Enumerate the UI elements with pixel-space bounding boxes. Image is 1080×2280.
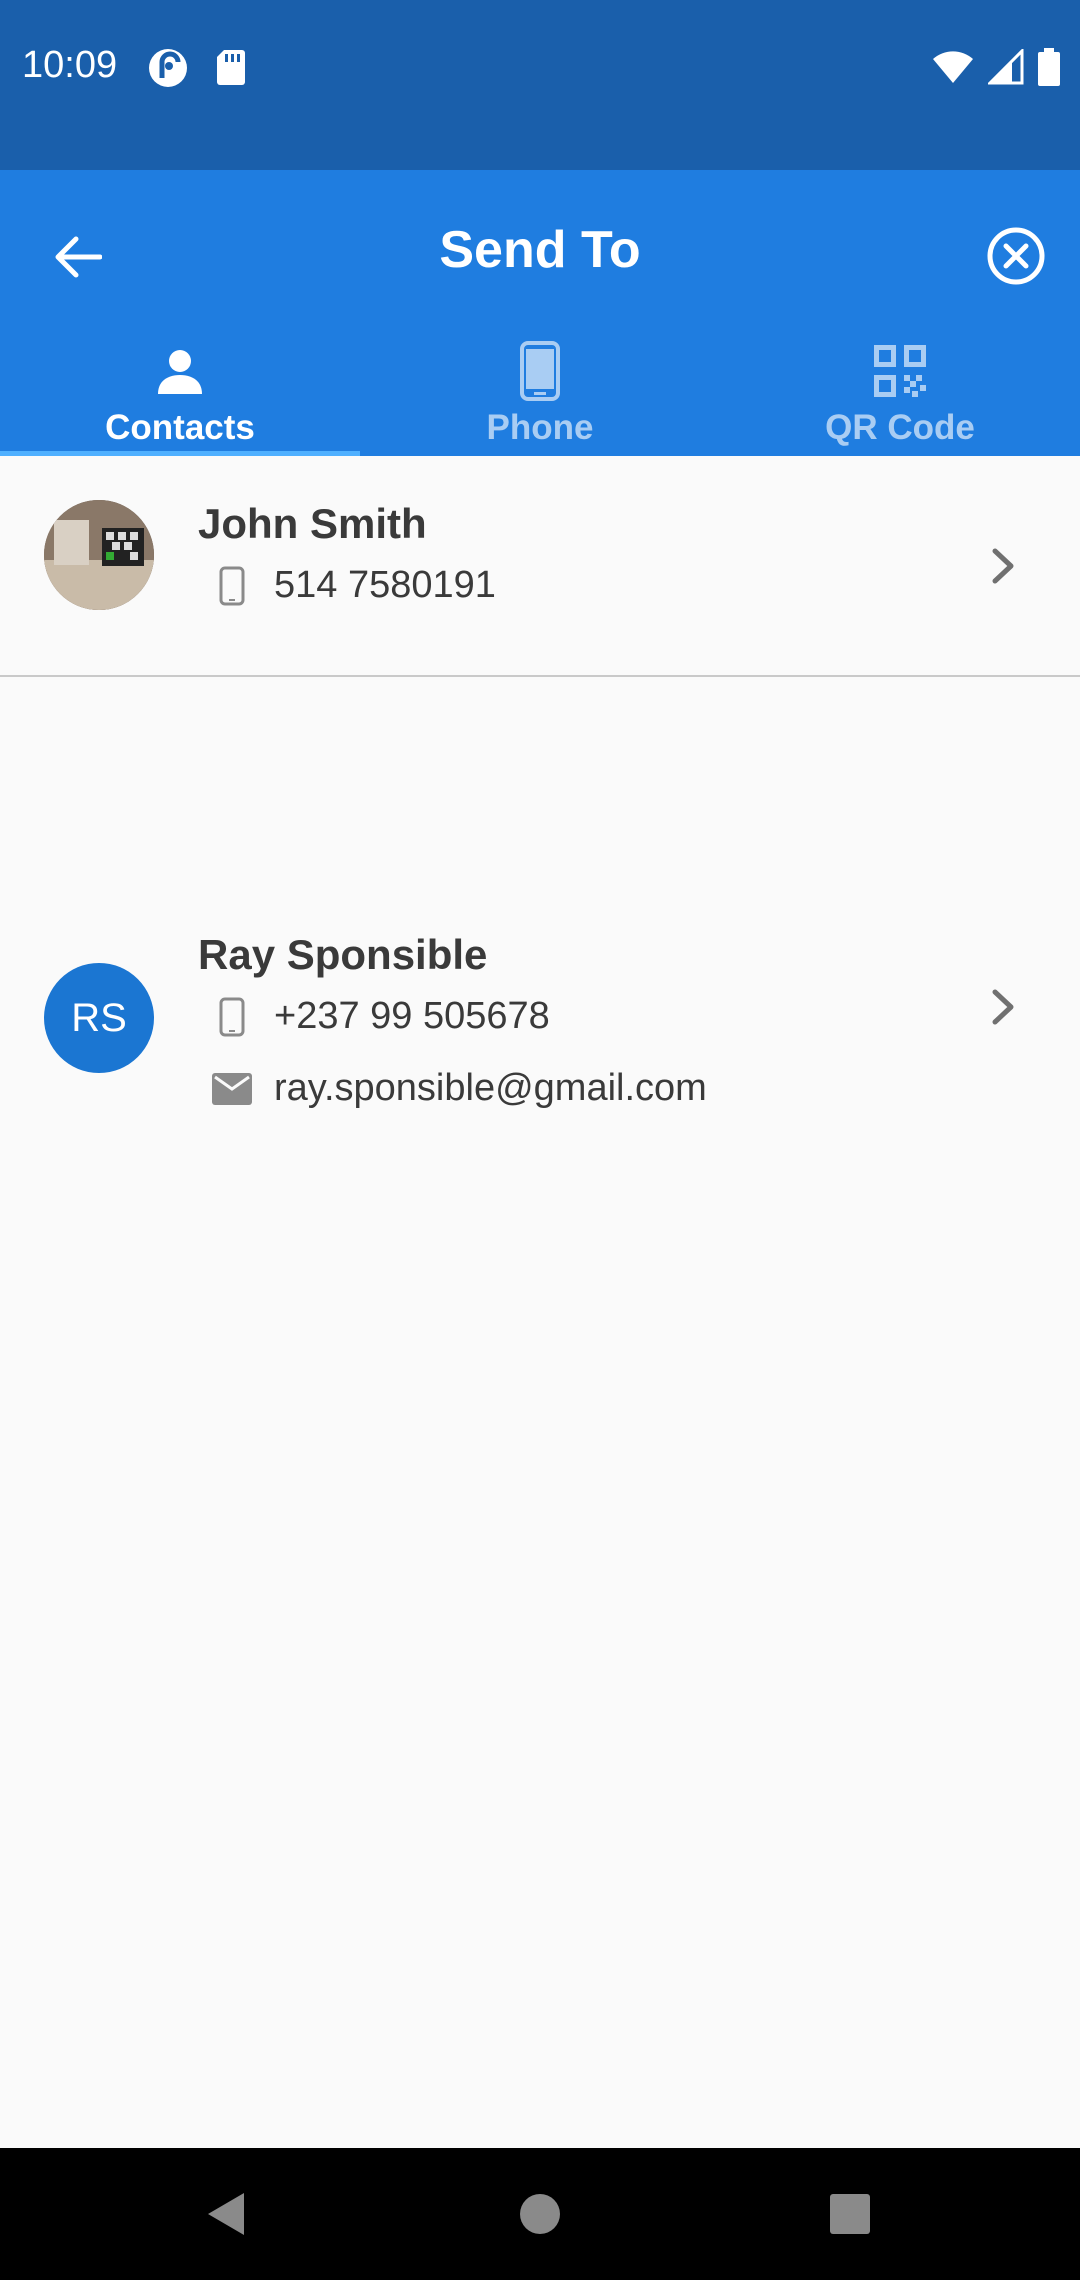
chevron-right-icon <box>985 985 1021 1029</box>
contact-phone-number: 514 7580191 <box>274 564 496 606</box>
person-icon <box>155 340 205 402</box>
home-circle-icon <box>520 2194 560 2234</box>
smartphone-icon <box>520 340 560 402</box>
contact-row[interactable]: John Smith 514 7580191 <box>0 456 1080 677</box>
smartphone-icon <box>212 997 252 1037</box>
sd-card-icon <box>216 48 246 91</box>
contact-avatar <box>44 500 154 610</box>
contact-email-address: ray.sponsible@gmail.com <box>274 1067 707 1109</box>
tab-phone-label: Phone <box>486 408 594 447</box>
contact-list: John Smith 514 7580191 RS Ray Sponsible <box>0 456 1080 1109</box>
wifi-icon <box>932 50 974 89</box>
status-bar: 10:09 <box>0 0 1080 170</box>
page-title: Send To <box>439 221 641 279</box>
close-circle-icon <box>987 227 1045 285</box>
contact-avatar-initials: RS <box>44 963 154 1073</box>
close-button[interactable] <box>980 220 1052 292</box>
qr-code-icon <box>874 340 926 402</box>
status-right-icons <box>932 47 1060 91</box>
tab-bar: Contacts Phone QR Code <box>0 340 1080 456</box>
nav-home-button[interactable] <box>510 2184 570 2244</box>
contact-email: ray.sponsible@gmail.com <box>212 1067 707 1110</box>
status-time: 10:09 <box>22 44 118 86</box>
chevron-right-icon <box>985 544 1021 588</box>
email-icon <box>212 1069 252 1109</box>
smartphone-icon <box>212 566 252 606</box>
nav-back-button[interactable] <box>196 2184 256 2244</box>
pocket-casts-icon <box>148 48 188 93</box>
signal-icon <box>986 47 1024 90</box>
battery-icon <box>1038 48 1060 91</box>
contact-phone: 514 7580191 <box>212 564 496 607</box>
tab-contacts-label: Contacts <box>105 408 255 447</box>
tab-phone[interactable]: Phone <box>360 340 720 456</box>
contact-phone: +237 99 505678 <box>212 995 550 1038</box>
contact-phone-number: +237 99 505678 <box>274 995 550 1037</box>
tab-qr-code[interactable]: QR Code <box>720 340 1080 456</box>
recents-square-icon <box>830 2194 870 2234</box>
tab-qr-code-label: QR Code <box>825 408 975 447</box>
system-nav-bar <box>0 2148 1080 2280</box>
contact-row[interactable]: RS Ray Sponsible +237 99 505678 ray.spon… <box>0 677 1080 1109</box>
contact-name: John Smith <box>198 500 427 547</box>
app-bar: Send To Contacts Phone QR Code <box>0 170 1080 456</box>
nav-recents-button[interactable] <box>820 2184 880 2244</box>
back-triangle-icon <box>208 2193 244 2235</box>
tab-contacts[interactable]: Contacts <box>0 340 360 456</box>
contact-name: Ray Sponsible <box>198 931 488 978</box>
